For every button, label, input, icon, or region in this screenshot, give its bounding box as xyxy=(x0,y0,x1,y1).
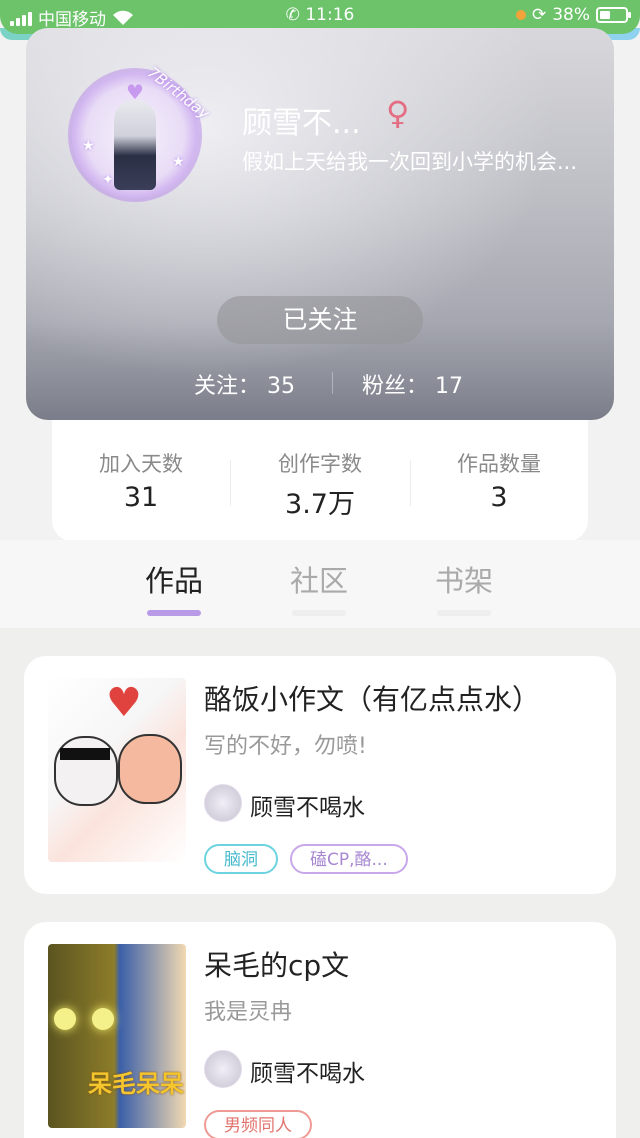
orange-dot-icon xyxy=(515,10,526,20)
phone-icon: ✆ xyxy=(285,5,300,25)
stat-word-count: 创作字数 3.7万 xyxy=(231,448,409,521)
tab-label: 书架 xyxy=(434,564,493,598)
battery-icon xyxy=(596,7,631,23)
tab-indicator xyxy=(147,610,201,616)
author-name: 顾雪不喝水 xyxy=(250,795,365,821)
star-icon: ★ xyxy=(82,138,95,154)
tab-bookshelf[interactable]: 书架 xyxy=(404,558,524,616)
cover-character xyxy=(54,736,118,806)
username: 顾雪不... xyxy=(242,106,361,141)
female-icon: ♀ xyxy=(386,94,410,132)
stats-card: 加入天数 31 创作字数 3.7万 作品数量 3 xyxy=(52,420,588,542)
tag[interactable]: 脑洞 xyxy=(204,844,278,874)
work-title[interactable]: 酪饭小作文（有亿点点水） xyxy=(204,678,540,718)
work-cover-image[interactable]: ♥ xyxy=(48,678,186,862)
work-card[interactable]: 呆毛呆呆 呆毛的cp文 我是灵冉 顾雪不喝水 男频同人 xyxy=(24,922,616,1138)
work-card[interactable]: ♥ 酪饭小作文（有亿点点水） 写的不好，勿喷! 顾雪不喝水 脑洞 磕CP,酪..… xyxy=(24,656,616,894)
stat-label: 作品数量 xyxy=(457,452,541,476)
avatar-character xyxy=(114,100,156,190)
battery-label: 38% xyxy=(552,5,590,25)
followers-count[interactable]: 粉丝： 17 xyxy=(362,368,463,400)
follow-button[interactable]: 已关注 xyxy=(217,296,423,344)
sunglasses-icon xyxy=(60,748,110,760)
stat-value: 3.7万 xyxy=(285,489,355,520)
bio-text: 假如上天给我一次回到小学的机会... xyxy=(242,150,578,174)
cover-caption: 呆毛呆呆 xyxy=(88,1070,184,1098)
stat-value: 31 xyxy=(123,482,159,513)
work-title[interactable]: 呆毛的cp文 xyxy=(204,944,349,984)
stat-label: 加入天数 xyxy=(99,452,183,476)
tab-community[interactable]: 社区 xyxy=(259,558,379,616)
stat-value: 3 xyxy=(490,482,508,513)
work-description: 我是灵冉 xyxy=(204,1000,293,1025)
tab-indicator xyxy=(437,610,491,616)
author-avatar xyxy=(204,784,242,822)
orientation-lock-icon: ⟳ xyxy=(531,5,547,25)
author-name: 顾雪不喝水 xyxy=(250,1061,365,1087)
glowing-eye-icon xyxy=(92,1008,114,1030)
stat-works-count: 作品数量 3 xyxy=(410,448,588,513)
work-description: 写的不好，勿喷! xyxy=(204,734,367,759)
profile-header: ♥ ★ ★ ✦ 7Birthday 顾雪不... ♀ 假如上天给我一次回到小学的… xyxy=(26,28,614,420)
heart-icon: ♥ xyxy=(106,680,142,726)
heart-icon: ♥ xyxy=(126,80,144,104)
glowing-eye-icon xyxy=(54,1008,76,1030)
work-cover-image[interactable]: 呆毛呆呆 xyxy=(48,944,186,1128)
follow-counts: 关注： 35 粉丝： 17 xyxy=(26,368,614,400)
tab-indicator xyxy=(292,610,346,616)
stat-join-days: 加入天数 31 xyxy=(52,448,230,513)
author-avatar xyxy=(204,1050,242,1088)
divider xyxy=(332,372,333,394)
tab-bar: 作品 社区 书架 xyxy=(0,540,640,628)
cover-character xyxy=(118,734,182,804)
tag[interactable]: 男频同人 xyxy=(204,1110,312,1138)
tab-label: 社区 xyxy=(289,564,348,598)
star-icon: ★ xyxy=(172,154,185,170)
tab-label: 作品 xyxy=(144,564,203,598)
avatar[interactable]: ♥ ★ ★ ✦ 7Birthday xyxy=(72,63,213,198)
tag[interactable]: 磕CP,酪... xyxy=(290,844,408,874)
star-icon: ✦ xyxy=(102,172,114,188)
tab-works[interactable]: 作品 xyxy=(114,558,234,616)
status-right: ⟳ 38% xyxy=(515,5,631,25)
following-count[interactable]: 关注： 35 xyxy=(194,368,295,400)
stat-label: 创作字数 xyxy=(278,452,362,476)
clock-label: 11:16 xyxy=(305,5,355,25)
